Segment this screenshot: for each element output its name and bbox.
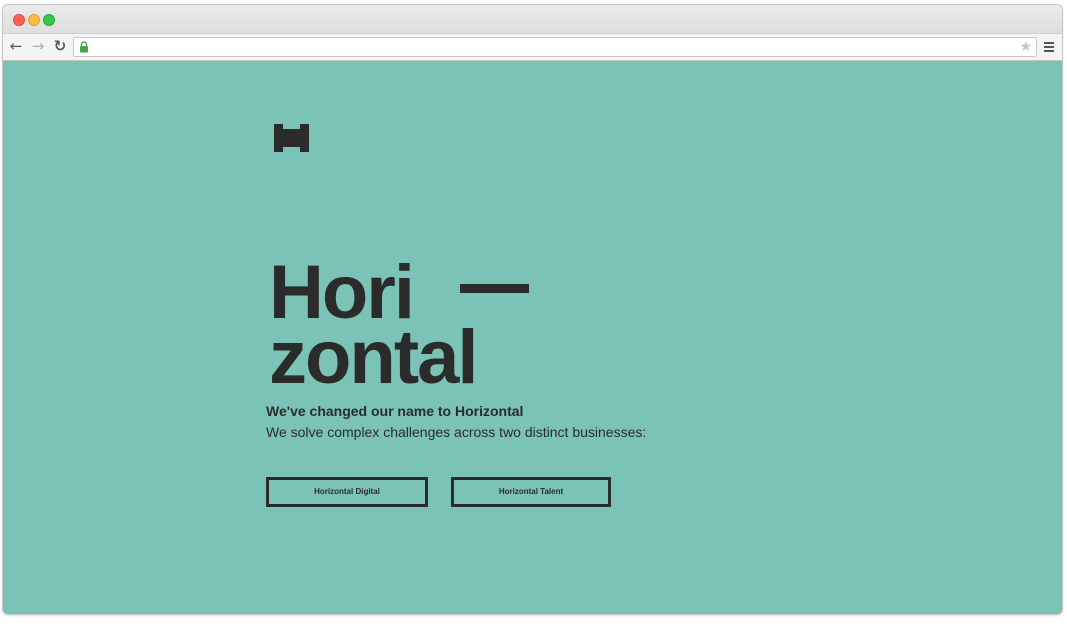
page-content: Hori zontal We've changed our name to Ho… — [3, 61, 1062, 614]
maximize-window-button[interactable] — [43, 14, 55, 26]
browser-window: ← → ↻ ★ Hori zontal We've changed our na… — [3, 5, 1062, 614]
address-bar[interactable]: ★ — [73, 37, 1037, 57]
bookmark-star-icon[interactable]: ★ — [1019, 38, 1032, 56]
reload-icon[interactable]: ↻ — [51, 37, 69, 55]
forward-arrow-icon[interactable]: → — [29, 37, 47, 55]
hamburger-menu-icon[interactable] — [1044, 42, 1054, 52]
wordmark-line-2: zontal — [269, 315, 477, 392]
subline: We solve complex challenges across two d… — [266, 424, 647, 440]
minimize-window-button[interactable] — [28, 14, 40, 26]
browser-toolbar: ← → ↻ ★ — [3, 34, 1062, 61]
wordmark-dash — [460, 284, 529, 293]
horizontal-wordmark: Hori zontal — [269, 257, 529, 392]
horizontal-digital-button[interactable]: Horizontal Digital — [266, 477, 428, 507]
lock-icon — [80, 41, 88, 53]
horizontal-talent-button[interactable]: Horizontal Talent — [451, 477, 611, 507]
back-arrow-icon[interactable]: ← — [7, 37, 25, 55]
headline: We've changed our name to Horizontal — [266, 403, 524, 419]
close-window-button[interactable] — [13, 14, 25, 26]
title-bar — [3, 5, 1062, 34]
horizontal-h-logo-icon[interactable] — [274, 124, 309, 152]
